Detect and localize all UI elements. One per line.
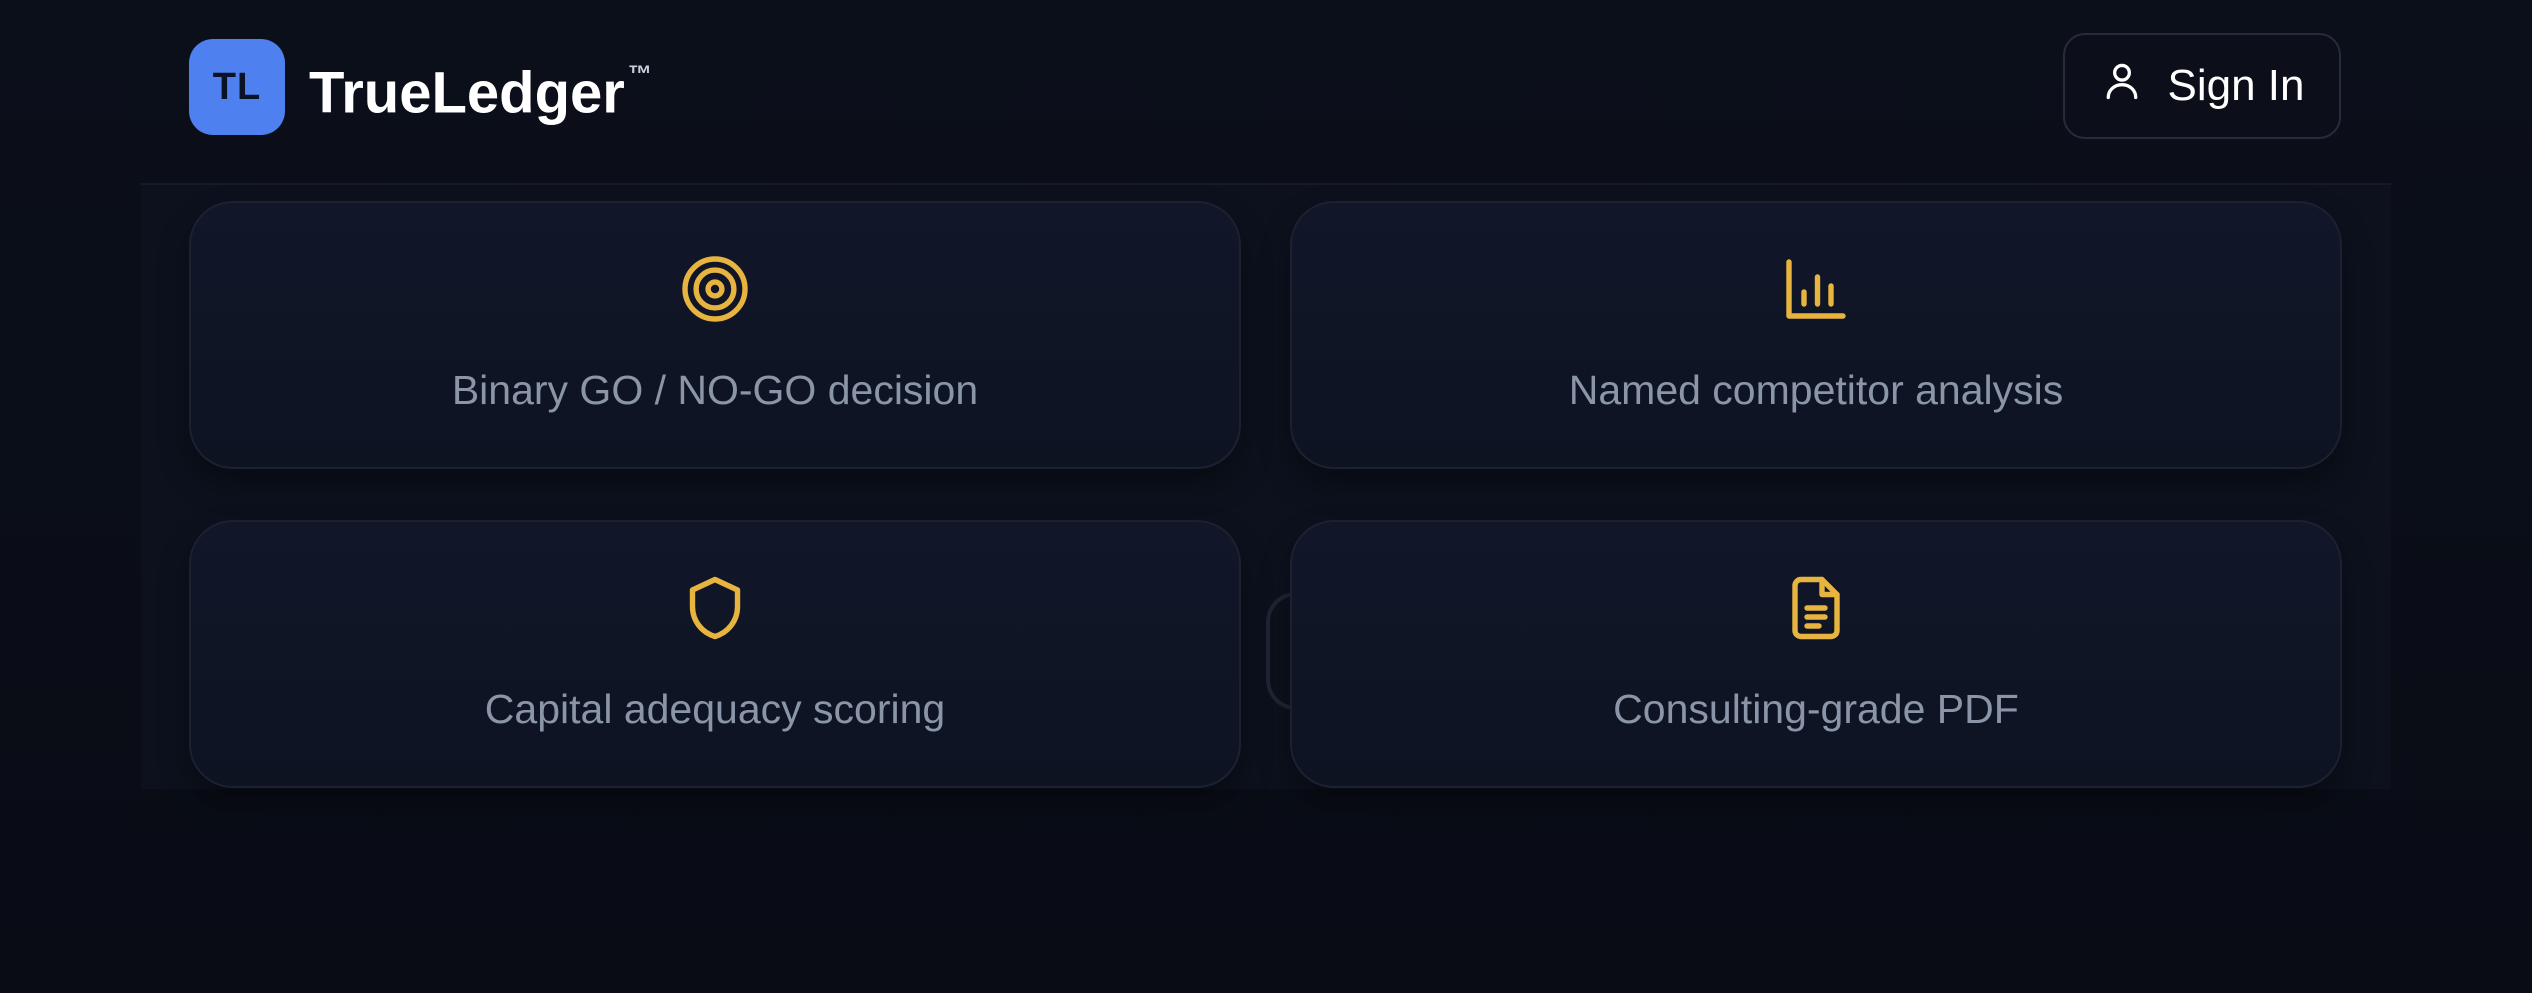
logo-badge[interactable]: TL bbox=[189, 39, 285, 135]
feature-card-go-no-go: Binary GO / NO-GO decision bbox=[189, 201, 1241, 469]
bar-chart-icon bbox=[1780, 253, 1852, 325]
brand-name[interactable]: TrueLedger ™ bbox=[309, 50, 652, 128]
sign-in-button[interactable]: Sign In bbox=[2063, 33, 2341, 139]
feature-card-capital: Capital adequacy scoring bbox=[189, 520, 1241, 788]
document-icon bbox=[1780, 572, 1852, 644]
feature-label: Named competitor analysis bbox=[1568, 367, 2064, 413]
page: TL TrueLedger ™ Sign In Binary GO / NO-G… bbox=[0, 0, 2532, 993]
user-icon bbox=[2100, 59, 2144, 114]
top-nav: TL TrueLedger ™ Sign In bbox=[0, 0, 2532, 185]
feature-label: Consulting-grade PDF bbox=[1613, 686, 2019, 732]
brand-text: TrueLedger bbox=[309, 60, 625, 126]
feature-label: Capital adequacy scoring bbox=[484, 686, 946, 732]
trademark-symbol: ™ bbox=[627, 61, 652, 88]
feature-card-pdf: Consulting-grade PDF bbox=[1290, 520, 2342, 788]
logo-initials: TL bbox=[212, 65, 262, 108]
sign-in-label: Sign In bbox=[2167, 61, 2305, 110]
feature-card-competitor: Named competitor analysis bbox=[1290, 201, 2342, 469]
shield-icon bbox=[679, 572, 751, 644]
target-icon bbox=[679, 253, 751, 325]
feature-label: Binary GO / NO-GO decision bbox=[451, 367, 979, 413]
